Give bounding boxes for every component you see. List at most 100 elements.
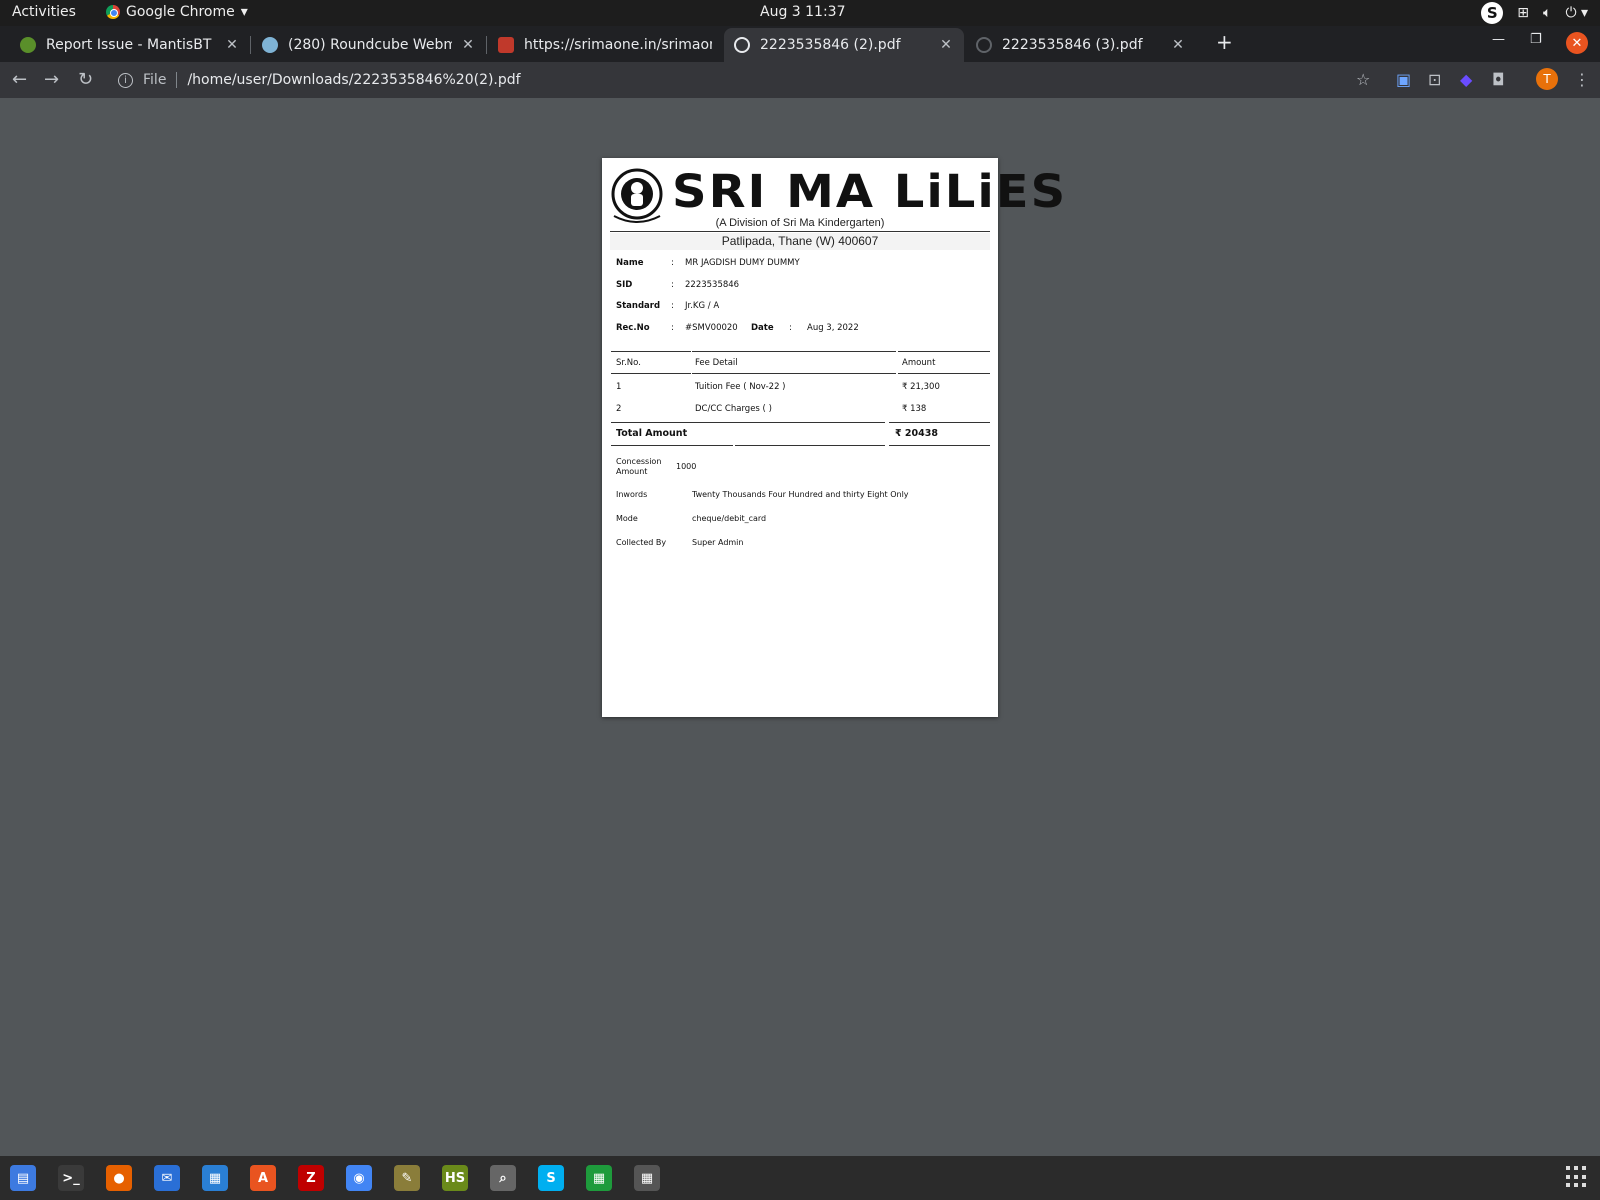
show-applications-icon[interactable] xyxy=(1566,1166,1588,1188)
writer-icon[interactable]: ▦ xyxy=(202,1165,228,1191)
new-tab-button[interactable]: + xyxy=(1216,30,1233,54)
mode-value: cheque/debit_card xyxy=(692,514,767,523)
network-icon[interactable]: ⊞ xyxy=(1517,5,1529,21)
search-icon[interactable]: ⌕ xyxy=(490,1165,516,1191)
sid-label: SID xyxy=(616,280,633,290)
roundcube-icon xyxy=(262,37,278,53)
total-label: Total Amount xyxy=(616,428,688,439)
software-icon[interactable]: A xyxy=(250,1165,276,1191)
total-value: ₹ 20438 xyxy=(895,428,938,439)
header-fee-detail: Fee Detail xyxy=(695,358,738,368)
tab-title: Report Issue - MantisBT xyxy=(46,37,212,53)
url-text[interactable]: /home/user/Downloads/2223535846%20(2).pd… xyxy=(187,72,520,88)
thunderbird-icon[interactable]: ✉ xyxy=(154,1165,180,1191)
concession-value: 1000 xyxy=(676,462,697,471)
header-amount: Amount xyxy=(902,358,936,368)
globe-icon xyxy=(976,37,992,53)
window-close-button[interactable]: ✕ xyxy=(1566,32,1588,54)
concession-row: Concession Amount 1000 xyxy=(616,457,696,477)
firefox-icon[interactable]: ● xyxy=(106,1165,132,1191)
sid-row: SID : 2223535846 xyxy=(616,280,739,290)
recno-value: #SMV00020 xyxy=(685,323,738,333)
tab-title: (280) Roundcube Webmail xyxy=(288,37,452,53)
files-icon[interactable]: ▤ xyxy=(10,1165,36,1191)
total-top-rule xyxy=(889,422,990,423)
colon: : xyxy=(671,323,674,333)
table-top-rule xyxy=(898,351,990,352)
globe-icon xyxy=(734,37,750,53)
date-value: Aug 3, 2022 xyxy=(807,323,859,333)
table-header-rule xyxy=(611,373,691,374)
tab-mantis[interactable]: Report Issue - MantisBT ✕ xyxy=(10,28,250,62)
minimize-button[interactable]: — xyxy=(1492,32,1505,47)
url-scheme: File xyxy=(143,72,167,88)
tab-separator xyxy=(250,36,251,54)
filezilla-icon[interactable]: Z xyxy=(298,1165,324,1191)
screenshot-icon[interactable]: ⊡ xyxy=(1428,70,1441,89)
clock[interactable]: Aug 3 11:37 xyxy=(760,4,846,20)
back-button[interactable]: ← xyxy=(12,69,27,90)
colon: : xyxy=(671,301,674,311)
screencast-icon[interactable]: ▣ xyxy=(1396,70,1411,89)
volume-icon[interactable]: 🔈︎ xyxy=(1543,5,1551,21)
close-icon[interactable]: ✕ xyxy=(224,37,240,53)
pdf-page: SRI MA LiLiES (A Division of Sri Ma Kind… xyxy=(602,158,1065,717)
date-label: Date xyxy=(751,323,774,333)
tab-roundcube[interactable]: (280) Roundcube Webmail ✕ xyxy=(252,28,486,62)
collected-value: Super Admin xyxy=(692,538,744,547)
gimp-icon[interactable]: ✎ xyxy=(394,1165,420,1191)
row1-srno: 1 xyxy=(616,382,622,392)
tab-pdf-2[interactable]: 2223535846 (2).pdf ✕ xyxy=(724,28,964,62)
tab-srimaone[interactable]: https://srimaone.in/srimaone xyxy=(488,28,722,62)
chrome-icon[interactable]: ◉ xyxy=(346,1165,372,1191)
header-rule xyxy=(610,231,990,232)
close-icon[interactable]: ✕ xyxy=(938,37,954,53)
tab-separator xyxy=(486,36,487,54)
table-header-rule xyxy=(692,373,896,374)
activities-button[interactable]: Activities xyxy=(12,4,76,20)
info-icon[interactable]: i xyxy=(118,72,133,88)
close-icon[interactable]: ✕ xyxy=(1170,37,1186,53)
table-top-rule xyxy=(692,351,896,352)
name-value: MR JAGDISH DUMY DUMMY xyxy=(685,258,800,268)
standard-label: Standard xyxy=(616,301,661,311)
maximize-button[interactable]: ❐ xyxy=(1530,32,1542,47)
tab-title: 2223535846 (2).pdf xyxy=(760,37,901,53)
total-bottom-rule xyxy=(611,445,733,446)
url-separator xyxy=(176,72,178,88)
extension-icon[interactable]: ◆ xyxy=(1460,70,1472,89)
mantis-icon xyxy=(20,37,36,53)
skype-icon[interactable]: S xyxy=(538,1165,564,1191)
gnome-top-bar: Activities Google Chrome ▾ Aug 3 11:37 S… xyxy=(0,0,1600,26)
brand-name: SRI MA LiLiES xyxy=(672,165,1068,219)
calc-sheet-icon[interactable]: ▦ xyxy=(586,1165,612,1191)
power-icon[interactable]: ⏻ ▾ xyxy=(1565,5,1588,21)
app-menu[interactable]: Google Chrome ▾ xyxy=(106,4,248,20)
address-bar[interactable]: i File /home/user/Downloads/2223535846%2… xyxy=(110,66,1370,94)
row1-amount: ₹ 21,300 xyxy=(902,382,940,392)
school-address: Patlipada, Thane (W) 400607 xyxy=(610,233,990,250)
collected-row: Collected By Super Admin xyxy=(616,538,743,547)
calculator-icon[interactable]: ▦ xyxy=(634,1165,660,1191)
camera-icon[interactable]: ◘ xyxy=(1492,70,1505,89)
row1-detail: Tuition Fee ( Nov-22 ) xyxy=(695,382,786,392)
profile-avatar[interactable]: T xyxy=(1536,68,1558,90)
terminal-icon[interactable]: >_ xyxy=(58,1165,84,1191)
menu-dots-icon[interactable]: ⋮ xyxy=(1574,70,1590,89)
chevron-down-icon: ▾ xyxy=(240,4,248,20)
collected-label: Collected By xyxy=(616,538,667,547)
row2-detail: DC/CC Charges ( ) xyxy=(695,404,772,414)
system-tray[interactable]: S ⊞ 🔈︎ ⏻ ▾ xyxy=(1481,2,1588,24)
tab-pdf-3[interactable]: 2223535846 (3).pdf ✕ xyxy=(966,28,1196,62)
hs-icon[interactable]: HS xyxy=(442,1165,468,1191)
dock xyxy=(0,1156,1600,1200)
close-icon[interactable]: ✕ xyxy=(460,37,476,53)
forward-button[interactable]: → xyxy=(44,69,59,90)
table-header-rule xyxy=(898,373,990,374)
app-name: Google Chrome xyxy=(126,4,235,20)
name-row: Name : MR JAGDISH DUMY DUMMY xyxy=(616,258,800,268)
bookmark-star-icon[interactable]: ☆ xyxy=(1356,70,1370,89)
reload-button[interactable]: ↻ xyxy=(78,69,93,90)
srimaone-icon xyxy=(498,37,514,53)
skype-tray-icon[interactable]: S xyxy=(1481,2,1504,24)
